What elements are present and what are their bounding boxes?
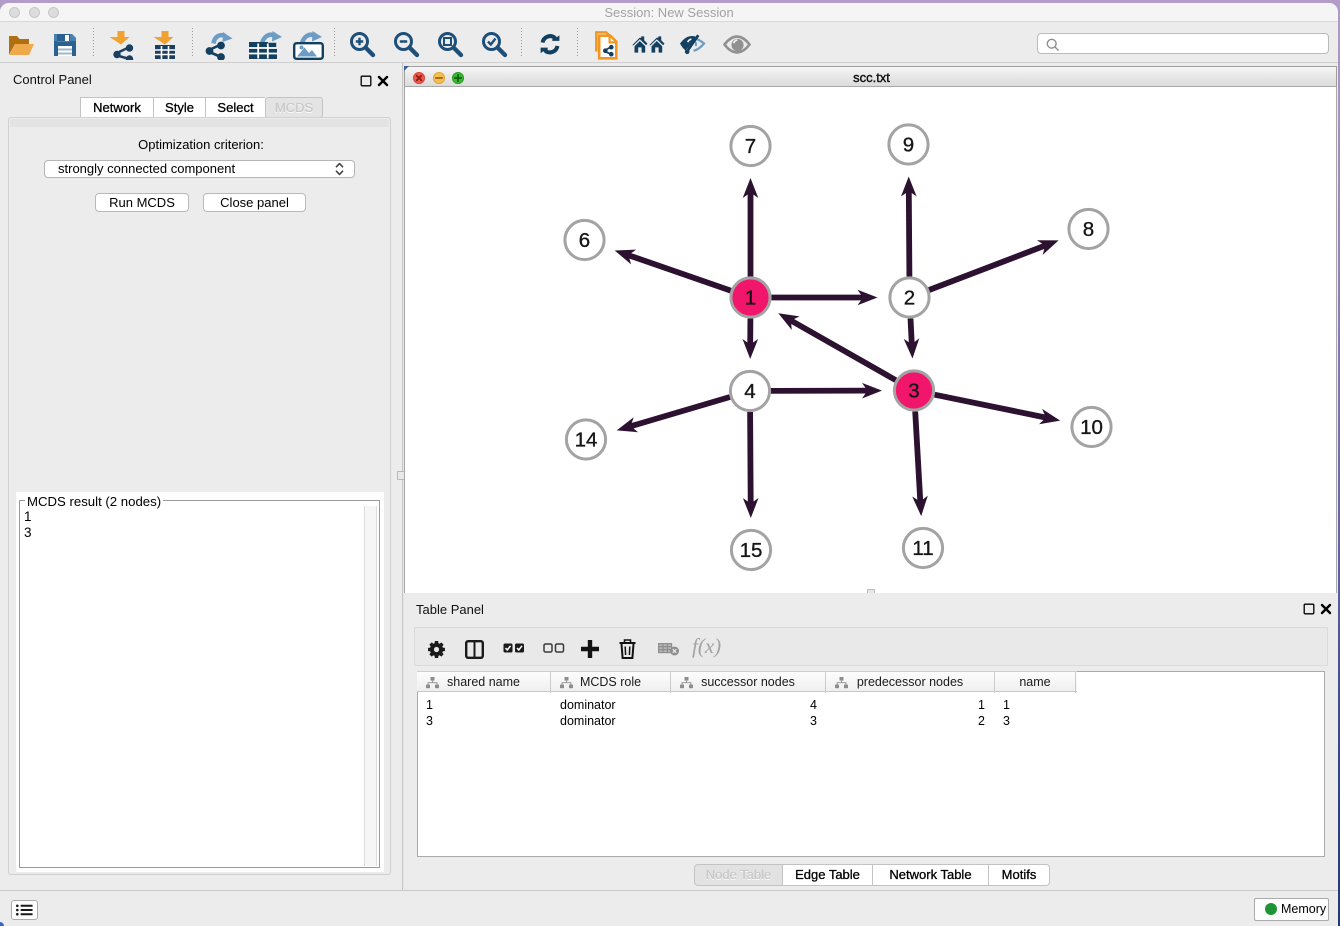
svg-text:4: 4 xyxy=(744,380,755,403)
svg-text:11: 11 xyxy=(912,537,933,560)
svg-text:3: 3 xyxy=(908,380,919,403)
svg-text:15: 15 xyxy=(740,539,763,562)
svg-text:9: 9 xyxy=(903,134,914,157)
svg-text:8: 8 xyxy=(1083,218,1094,241)
svg-text:2: 2 xyxy=(904,287,915,310)
svg-text:10: 10 xyxy=(1080,416,1103,439)
svg-text:7: 7 xyxy=(745,135,756,158)
svg-text:1: 1 xyxy=(745,287,756,310)
svg-text:6: 6 xyxy=(579,229,590,252)
svg-text:14: 14 xyxy=(575,429,598,452)
